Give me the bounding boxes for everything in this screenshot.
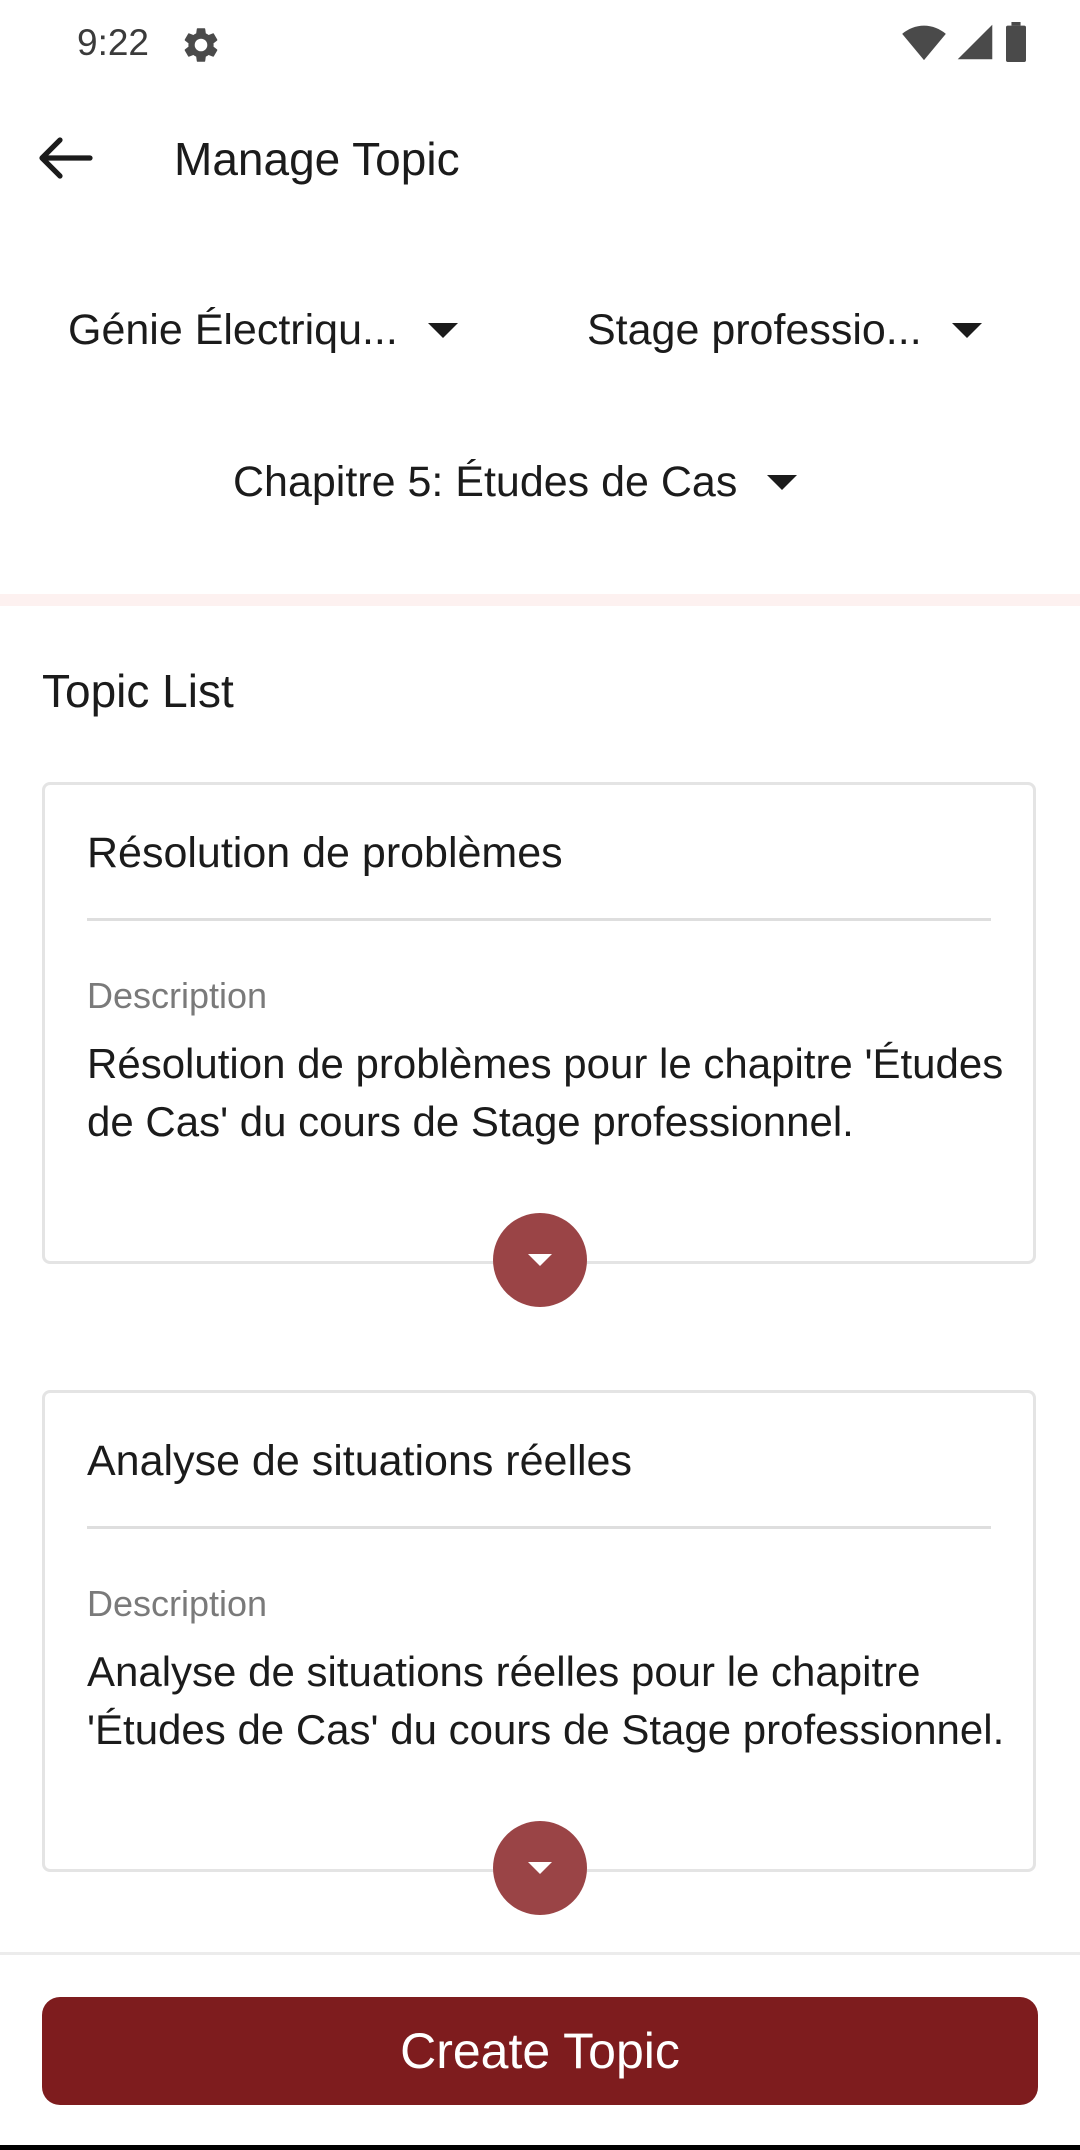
topic-title: Résolution de problèmes (87, 829, 563, 877)
topic-description: Résolution de problèmes pour le chapitre… (87, 1040, 1004, 1145)
page-title: Manage Topic (174, 133, 460, 185)
topic-card[interactable]: Analyse de situations réelles Descriptio… (42, 1390, 1036, 1872)
course-value: Stage professio... (587, 306, 922, 354)
description-label: Description (87, 975, 268, 1016)
chevron-down-icon (528, 1254, 552, 1266)
gear-icon (180, 24, 222, 66)
expand-button[interactable] (493, 1213, 587, 1307)
status-time: 9:22 (77, 22, 150, 63)
wifi-icon (902, 22, 946, 62)
section-divider (0, 594, 1080, 606)
create-topic-button[interactable]: Create Topic (42, 1997, 1038, 2105)
course-dropdown[interactable]: Stage professio... (587, 306, 982, 355)
expand-button[interactable] (493, 1821, 587, 1915)
bottom-divider (0, 1952, 1080, 1955)
card-divider (87, 1526, 991, 1529)
department-value: Génie Électriqu... (68, 306, 398, 354)
battery-icon (1004, 22, 1028, 62)
back-button[interactable] (26, 124, 106, 196)
topic-description: Analyse de situations réelles pour le ch… (87, 1648, 1005, 1753)
department-dropdown[interactable]: Génie Électriqu... (68, 306, 458, 355)
status-bar: 9:22 (0, 0, 1080, 90)
arrow-left-icon (38, 136, 94, 185)
caret-down-icon (951, 323, 982, 338)
signal-icon (956, 22, 994, 62)
chapter-value: Chapitre 5: Études de Cas (233, 458, 738, 506)
system-nav-bar (0, 2145, 1080, 2150)
caret-down-icon (427, 323, 458, 338)
chevron-down-icon (528, 1862, 552, 1874)
description-label: Description (87, 1583, 268, 1624)
topic-list-heading: Topic List (42, 665, 234, 717)
topic-title: Analyse de situations réelles (87, 1437, 632, 1485)
app-bar: Manage Topic (0, 110, 1080, 210)
chapter-dropdown[interactable]: Chapitre 5: Études de Cas (233, 458, 798, 507)
topic-card[interactable]: Résolution de problèmes Description Réso… (42, 782, 1036, 1264)
caret-down-icon (767, 475, 798, 490)
card-divider (87, 918, 991, 921)
